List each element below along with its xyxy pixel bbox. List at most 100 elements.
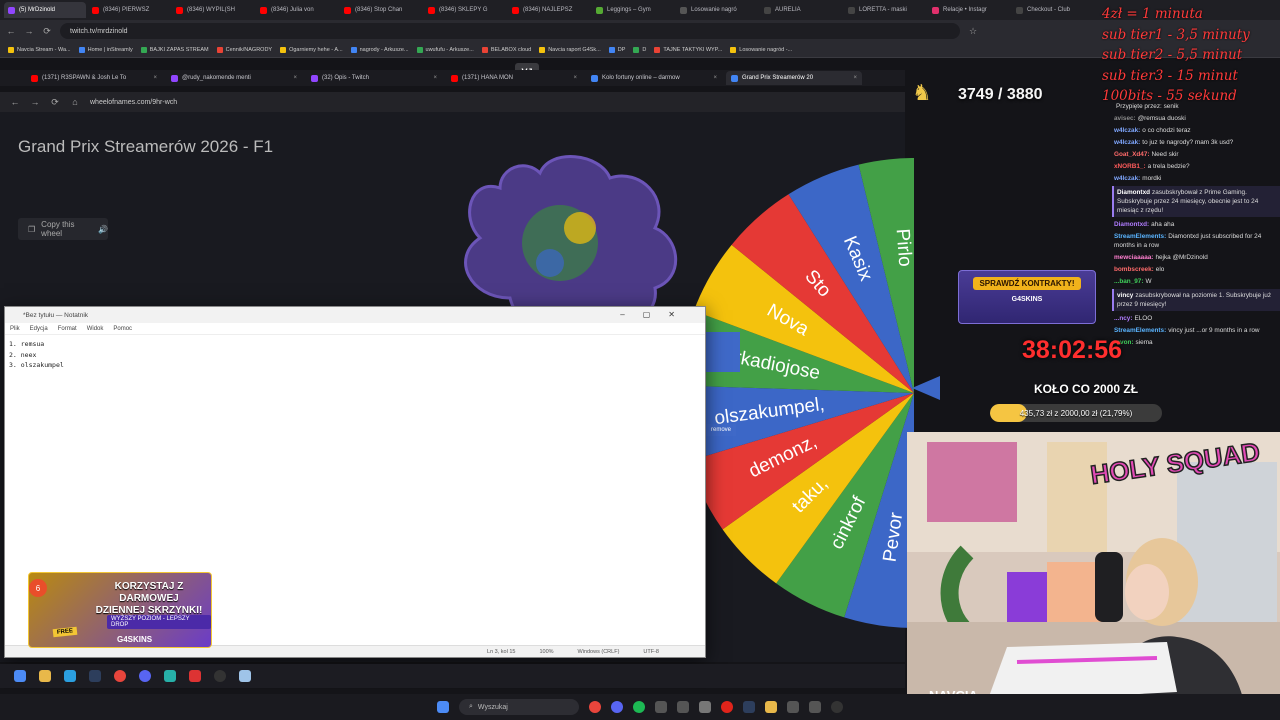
close-tab-icon[interactable]: × [153,75,157,81]
opera-icon[interactable] [721,701,733,713]
chrome-icon[interactable] [114,670,126,682]
bookmark-item[interactable]: DP [608,46,625,53]
close-tab-icon[interactable]: × [573,75,577,81]
bookmark-item[interactable]: Navcia raport G4Sk... [539,46,601,53]
chat-username[interactable]: vincy [1117,292,1133,299]
notepad-status-item: UTF-8 [643,648,659,655]
windows-start-icon[interactable] [14,670,26,682]
outer-tab[interactable]: Checkout - Club [1012,2,1094,18]
discord-icon[interactable] [139,670,151,682]
app-icon[interactable] [189,670,201,682]
chat-username[interactable]: StreamElements: [1114,327,1166,334]
app-icon[interactable] [809,701,821,713]
outer-tab[interactable]: Relacje • Instagr [928,2,1010,18]
outer-tab[interactable]: (8346) Stop Chan [340,2,422,18]
outer-tab[interactable]: LORETTA - maski [844,2,926,18]
close-tab-icon[interactable]: × [713,75,717,81]
bookmark-star-icon[interactable]: ☆ [968,26,978,37]
discord-icon[interactable] [611,701,623,713]
bookmark-item[interactable]: D [633,46,646,53]
notepad-menu-item[interactable]: Plik [10,326,20,332]
bookmark-item[interactable]: BELABOX cloud [481,46,531,53]
chat-username[interactable]: xNORB1_: [1114,163,1146,170]
spotify-icon[interactable] [633,701,645,713]
bookmark-item[interactable]: Cennik/NAGRODY [216,46,272,53]
notepad-icon[interactable] [239,670,251,682]
window-controls[interactable]: –▢✕ [620,310,693,319]
app-icon[interactable] [164,670,176,682]
windows-start-icon[interactable] [437,701,449,713]
chat-username[interactable]: ...ban_97: [1114,278,1143,285]
close-tab-icon[interactable]: × [853,75,857,81]
bookmark-item[interactable]: Navcia Stream - Wa... [8,46,71,53]
inner-tab[interactable]: Koło fortuny online – darmow × [586,71,722,85]
inner-tab[interactable]: Grand Prix Streamerów 20 × [726,71,862,85]
bookmark-item[interactable]: Home | inStreamly [78,46,133,53]
notepad-titlebar[interactable]: *Bez tytułu — Notatnik –▢✕ [5,307,705,323]
outer-tab[interactable]: (8346) NAJLEPSZ [508,2,590,18]
chat-username[interactable]: bombscreek: [1114,266,1154,273]
taskbar-search[interactable]: ⌕ Wyszukaj [459,699,579,715]
chat-username[interactable]: mewciaaaaa: [1114,254,1153,261]
chat-username[interactable]: StreamElements: [1114,233,1166,240]
close-tab-icon[interactable]: × [433,75,437,81]
close-tab-icon[interactable]: × [293,75,297,81]
reload-icon[interactable]: ⟳ [42,26,52,37]
steam-icon[interactable] [743,701,755,713]
outer-tab[interactable]: Losowanie nagró [676,2,758,18]
chat-username[interactable]: w4lczak: [1114,139,1140,146]
chat-username[interactable]: w4lczak: [1114,175,1140,182]
notepad-menu-item[interactable]: Pomoc [113,326,132,332]
chat-username[interactable]: Goat_Xd47: [1114,151,1150,158]
inner-reload-icon[interactable]: ⟳ [50,97,60,108]
obs-icon[interactable] [831,701,843,713]
outer-tab[interactable]: (8346) PIERWSZ [88,2,170,18]
notepad-menu-item[interactable]: Widok [87,326,104,332]
copy-wheel-button[interactable]: ❐ Copy this wheel 🔊 [18,218,108,240]
outer-url-field[interactable]: twitch.tv/mrdzinold [60,23,960,39]
back-icon[interactable]: ← [6,26,16,36]
file-explorer-icon[interactable] [39,670,51,682]
inner-tab[interactable]: @rudy_nakomende menti × [166,71,302,85]
file-explorer-icon[interactable] [765,701,777,713]
notepad-text-area[interactable]: 1. remsua 2. neex 3. olszakumpel [5,335,705,375]
notepad-menu-item[interactable]: Edycja [30,326,48,332]
outer-tab[interactable]: (8346) SKLEPY G [424,2,506,18]
steam-icon[interactable] [89,670,101,682]
inner-home-icon[interactable]: ⌂ [70,97,80,107]
inner-tab[interactable]: (32) Opis - Twitch × [306,71,442,85]
chat-username[interactable]: Diamontxd [1117,189,1150,196]
inner-tab[interactable]: (1371) HANA MON × [446,71,582,85]
outer-tab[interactable]: (8346) Julia von [256,2,338,18]
inner-back-icon[interactable]: ← [10,97,20,107]
app-icon[interactable] [655,701,667,713]
inner-tab[interactable]: (1371) R3SPAWN & Josh Le To × [26,71,162,85]
outer-tab[interactable]: Leggings – Gym [592,2,674,18]
tab-favicon-icon [512,6,519,14]
chat-username[interactable]: avisec: [1114,115,1136,122]
chat-username[interactable]: w4lczak: [1114,127,1140,134]
forward-icon[interactable]: → [24,26,34,36]
volume-icon[interactable]: 🔊 [98,225,108,234]
app-icon[interactable] [677,701,689,713]
bookmark-item[interactable]: TAJNE TAKTYKI WYP... [654,46,722,53]
remove-button[interactable]: remove [706,424,736,436]
outer-tab[interactable]: AURELIA [760,2,842,18]
notepad-menu-item[interactable]: Format [58,326,77,332]
outer-tab[interactable]: (8346) WYPIL(SH [172,2,254,18]
obs-icon[interactable] [214,670,226,682]
bookmark-item[interactable]: nagrody - Arkusze... [350,46,409,53]
app-icon[interactable] [787,701,799,713]
chrome-icon[interactable] [589,701,601,713]
inner-forward-icon[interactable]: → [30,97,40,107]
bookmark-item[interactable]: Ogarniemy hehe - A... [280,46,343,53]
outer-tab[interactable]: (5) MrDzinold [4,2,86,18]
inner-url-field[interactable]: wheelofnames.com/9hr-wch [90,99,177,106]
bookmark-item[interactable]: Losowanie nagród -... [730,46,792,53]
app-icon[interactable] [699,701,711,713]
edge-icon[interactable] [64,670,76,682]
chat-username[interactable]: ...ncy: [1114,315,1132,322]
bookmark-item[interactable]: BAJKI ZAPAS STREAM [140,46,209,53]
chat-username[interactable]: Diamontxd: [1114,221,1149,228]
bookmark-item[interactable]: uwufufu - Arkusze... [416,46,474,53]
